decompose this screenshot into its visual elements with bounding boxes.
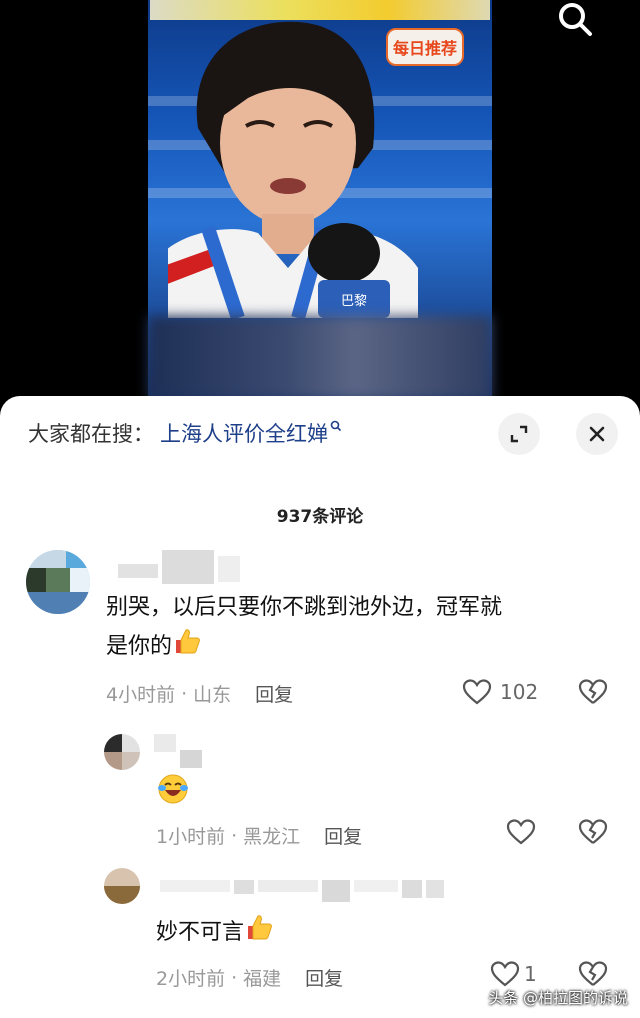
broken-heart-icon — [578, 819, 608, 844]
like-count: 102 — [500, 680, 539, 704]
heart-outline-icon — [462, 679, 492, 705]
like-button[interactable]: 102 — [462, 678, 538, 706]
video-player[interactable]: 巴黎 每日推荐 — [0, 0, 640, 400]
reply-button[interactable]: 回复 — [255, 680, 293, 707]
dislike-button[interactable] — [578, 678, 608, 710]
close-button[interactable] — [576, 413, 618, 455]
username-masked[interactable] — [154, 734, 202, 768]
laughing-crying-icon — [156, 772, 190, 818]
thumbs-up-icon — [244, 912, 274, 954]
like-count: 1 — [524, 962, 537, 986]
like-button[interactable]: 1 — [490, 960, 537, 988]
comment-meta: 1小时前 · 黑龙江 回复 — [156, 822, 362, 849]
avatar[interactable] — [26, 550, 90, 614]
comment-text-line: 是你的 — [106, 634, 173, 659]
comment-text: 别哭，以后只要你不跳到池外边，冠军就 是你的 — [106, 590, 606, 668]
comment-time: 4小时前 — [106, 684, 176, 706]
search-small-icon — [330, 420, 342, 435]
expand-button[interactable] — [498, 413, 540, 455]
blurred-region — [148, 316, 492, 400]
thumbs-up-icon — [172, 626, 202, 668]
trending-search-query[interactable]: 上海人评价全红婵 — [160, 418, 328, 448]
dislike-button[interactable] — [578, 818, 608, 850]
comment-location: 福建 — [243, 968, 282, 990]
broken-heart-icon — [578, 961, 608, 986]
comment-location: 山东 — [193, 684, 232, 706]
trending-search-bar[interactable]: 大家都在搜： 上海人评价全红婵 — [28, 418, 342, 448]
svg-text:巴黎: 巴黎 — [341, 294, 367, 309]
comment-sheet: 大家都在搜： 上海人评价全红婵 937条评论 别哭，以后只要你不跳到池外边，冠军… — [0, 396, 640, 1018]
comment-time: 2小时前 — [156, 968, 226, 990]
comment-meta: 4小时前 · 山东 回复 — [106, 680, 293, 707]
comment-count: 937条评论 — [276, 507, 364, 527]
close-icon — [589, 426, 605, 442]
broken-heart-icon — [578, 679, 608, 704]
comment-text — [156, 772, 190, 818]
badge-text: 每日推荐 — [392, 39, 457, 58]
athlete-figure: 巴黎 — [168, 21, 418, 318]
username-masked[interactable] — [118, 550, 240, 584]
source-watermark: 头条 @柏拉图的诉说 — [488, 989, 628, 1007]
heart-outline-icon — [490, 961, 520, 987]
video-caption-strip — [150, 0, 490, 20]
reply-button[interactable]: 回复 — [305, 964, 343, 991]
comment-location: 黑龙江 — [243, 826, 301, 848]
like-button[interactable] — [506, 818, 536, 846]
search-button[interactable] — [554, 0, 600, 40]
recommend-badge: 每日推荐 — [386, 28, 464, 66]
reply-button[interactable]: 回复 — [324, 822, 362, 849]
comment-text-line: 别哭，以后只要你不跳到池外边，冠军就 — [106, 595, 503, 620]
search-icon — [559, 3, 592, 36]
avatar[interactable] — [104, 868, 140, 904]
avatar[interactable] — [104, 734, 140, 770]
comment-text: 妙不可言 — [156, 912, 274, 954]
comment-time: 1小时前 — [156, 826, 226, 848]
heart-outline-icon — [506, 819, 536, 845]
comment-meta: 2小时前 · 福建 回复 — [156, 964, 343, 991]
trending-search-prefix: 大家都在搜： — [28, 422, 154, 446]
username-masked[interactable] — [160, 880, 444, 902]
comment-text-line: 妙不可言 — [156, 920, 245, 945]
expand-icon — [510, 425, 528, 443]
